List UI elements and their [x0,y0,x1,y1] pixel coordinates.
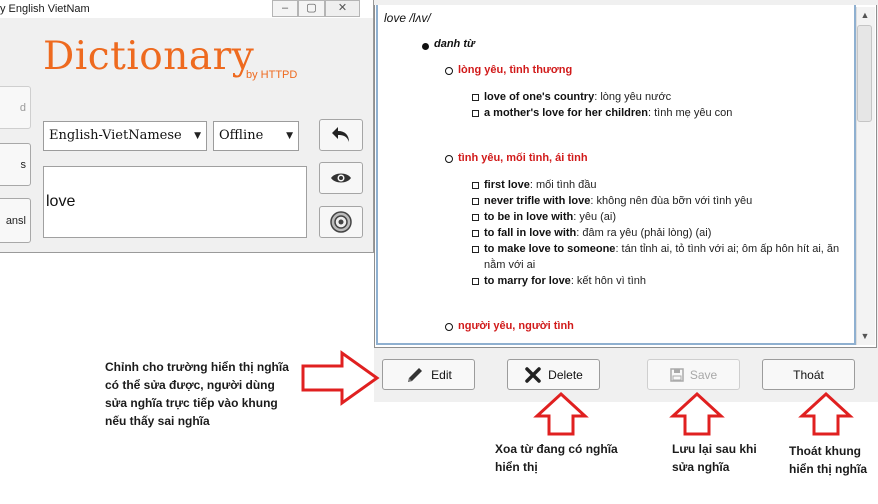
view-button[interactable] [319,162,363,194]
undo-arrow-icon [332,127,349,142]
checkbox-icon [472,182,479,189]
example-item: to marry for love: kết hôn vì tình [484,273,854,289]
x-icon [525,366,541,383]
example-item: to be in love with: yêu (ai) [484,209,854,225]
up-arrow-icon [798,391,854,436]
pronounce-button[interactable] [319,206,363,238]
checkbox-icon [472,214,479,221]
side-button-2[interactable]: s [0,143,31,186]
edit-button[interactable]: Edit [382,359,475,390]
sense-label: tình yêu, mối tình, ái tình [458,152,588,164]
app-logo: Dictionary [43,34,255,79]
example-phrase: to make love to someone [484,243,616,255]
example-phrase: never trifle with love [484,195,591,207]
search-input[interactable] [43,166,307,238]
bullet-icon [422,43,429,50]
exit-annotation: Thoát khung hiển thị nghĩa [789,444,867,476]
delete-button[interactable]: Delete [507,359,600,390]
undo-button[interactable] [319,119,363,151]
chevron-down-icon: ▼ [194,131,201,141]
up-arrow-icon [533,391,589,436]
example-meaning: : đâm ra yêu (phải lòng) (ai) [576,227,712,239]
save-button[interactable]: Save [647,359,740,390]
example-phrase: to fall in love with [484,227,577,239]
save-annotation: Lưu lại sau khi sửa nghĩa [672,442,757,474]
search-input-value: love [46,193,76,210]
pencil-icon [408,367,423,382]
scrollbar-thumb[interactable] [857,25,872,122]
exit-button-label: Thoát [793,367,824,382]
delete-annotation: Xoa từ đang có nghĩa hiển thị [495,442,618,474]
sense-bullet-icon [445,323,453,331]
checkbox-icon [472,278,479,285]
maximize-button[interactable]: ▢ [298,0,325,17]
mode-select[interactable]: Offline ▼ [213,121,299,151]
checkbox-icon [472,110,479,117]
example-item: never trifle with love: không nên đùa bỡ… [484,193,854,209]
save-button-label: Save [689,367,718,382]
close-button[interactable]: ✕ [325,0,360,17]
example-phrase: love of one's country [484,91,595,103]
edit-annotation: Chỉnh cho trường hiển thị nghĩa có thể s… [105,360,289,428]
example-meaning: : không nên đùa bỡn với tình yêu [590,195,753,207]
example-meaning: : yêu (ai) [573,211,617,223]
language-select-value: English-VietNamese [49,128,182,143]
scroll-down-icon[interactable]: ▼ [856,328,874,345]
checkbox-icon [472,230,479,237]
example-phrase: to be in love with [484,211,574,223]
scroll-up-icon[interactable]: ▲ [856,7,874,24]
delete-button-label: Delete [548,367,583,382]
eye-icon [331,173,351,183]
checkbox-icon [472,198,479,205]
window-title: y English VietNam [0,3,90,15]
sense-label: lòng yêu, tình thương [458,64,573,76]
chevron-down-icon: ▼ [286,131,293,141]
sense-bullet-icon [445,67,453,75]
exit-button[interactable]: Thoát [762,359,855,390]
headword: love /lʌv/ [384,11,431,25]
language-select[interactable]: English-VietNamese ▼ [43,121,207,151]
right-arrow-icon [301,350,380,406]
checkbox-icon [472,94,479,101]
side-button-1[interactable]: d [0,86,31,129]
part-of-speech: danh từ [434,38,475,50]
example-meaning: : tình mẹ yêu con [648,107,733,119]
speaker-icon [330,211,352,233]
example-item: to make love to someone: tán tỉnh ai, tỏ… [484,241,844,273]
checkbox-icon [472,246,479,253]
logo-subtitle: by HTTPD [246,69,298,81]
sense-label: người yêu, người tình [458,320,574,332]
example-item: to fall in love with: đâm ra yêu (phải l… [484,225,854,241]
minimize-button[interactable]: – [272,0,298,17]
example-phrase: to marry for love [484,275,571,287]
example-phrase: first love [484,179,530,191]
definition-panel-border [376,5,856,345]
floppy-icon [670,367,684,382]
example-meaning: : mối tình đầu [529,179,597,191]
mode-select-value: Offline [219,128,264,143]
edit-button-label: Edit [431,367,452,382]
side-button-3[interactable]: ansl [0,198,31,243]
example-phrase: a mother's love for her children [484,107,648,119]
example-item: a mother's love for her children: tình m… [484,105,854,121]
sense-bullet-icon [445,155,453,163]
example-item: first love: mối tình đầu [484,177,854,193]
example-meaning: : lòng yêu nước [594,91,672,103]
example-meaning: : kết hôn vì tình [570,275,647,287]
example-item: love of one's country: lòng yêu nước [484,89,854,105]
up-arrow-icon [669,391,725,436]
